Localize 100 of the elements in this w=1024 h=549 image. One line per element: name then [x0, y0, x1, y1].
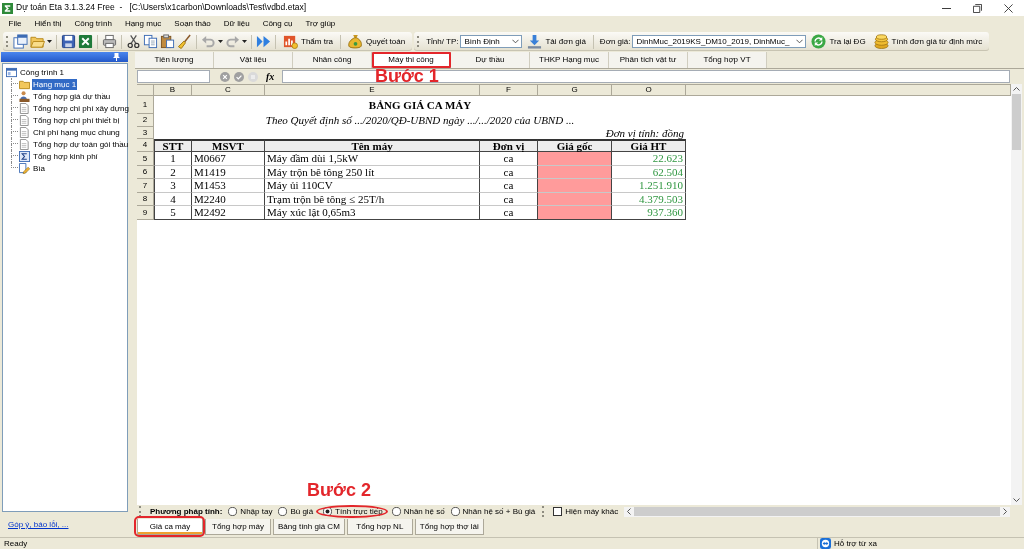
- radio-option[interactable]: Bù giá: [278, 506, 314, 517]
- windows-icon[interactable]: [13, 34, 28, 49]
- clipboard-icon[interactable]: [160, 34, 175, 49]
- menu-item[interactable]: Hiển thị: [27, 17, 68, 30]
- sheet-tab[interactable]: Tổng hợp thợ lái: [414, 519, 484, 535]
- checkbox[interactable]: [553, 507, 563, 516]
- sheet-tab[interactable]: Tổng hợp NL: [346, 519, 413, 535]
- remote-support-label[interactable]: Hỗ trợ từ xa: [834, 538, 878, 549]
- tree-item[interactable]: Tổng hợp chi phí xây dựng: [32, 102, 130, 114]
- unit-note: Đơn vị tính: đồng: [605, 126, 684, 140]
- save-icon[interactable]: [61, 34, 76, 49]
- menu-item[interactable]: File: [2, 17, 28, 30]
- scrollbar-thumb[interactable]: [634, 507, 1000, 516]
- function-label[interactable]: fx: [266, 70, 275, 83]
- document-icon: [19, 138, 30, 150]
- table-cell: 62.504: [612, 165, 686, 179]
- tree-item[interactable]: Tổng hợp kinh phí: [32, 150, 99, 162]
- formula-input[interactable]: [282, 70, 1010, 83]
- table-header-cell: STT: [154, 139, 192, 152]
- sheet-tab[interactable]: Bảng tính giá CM: [273, 519, 345, 535]
- radio-option[interactable]: Tính trực tiếp: [323, 506, 383, 517]
- tab[interactable]: Vật liệu: [214, 52, 293, 68]
- scrollbar-thumb[interactable]: [1012, 94, 1021, 150]
- row-number[interactable]: 4: [137, 139, 154, 152]
- caret-icon[interactable]: [218, 40, 223, 43]
- tab[interactable]: Tiên lượng: [135, 52, 214, 68]
- menu-item[interactable]: Công cụ: [256, 17, 299, 30]
- caret-icon[interactable]: [47, 40, 52, 43]
- tree-item[interactable]: Hạng mục 1: [32, 78, 78, 90]
- tab[interactable]: THKP Hạng mục: [530, 52, 609, 68]
- download-icon: [527, 34, 543, 49]
- column-header[interactable]: C: [192, 85, 265, 96]
- radio-option[interactable]: Nhân hệ số: [391, 506, 445, 517]
- coins-icon: [873, 34, 889, 49]
- chevron-up-icon[interactable]: [1013, 87, 1020, 91]
- province-dropdown[interactable]: Bình Định: [460, 35, 523, 48]
- radio-option[interactable]: Nhân hệ số + Bù giá: [450, 506, 536, 517]
- table-cell: Máy đầm dùi 1,5kW: [265, 152, 480, 166]
- table-cell: 1.251.910: [612, 179, 686, 193]
- row-number[interactable]: 9: [137, 206, 154, 220]
- tree-item[interactable]: Tổng hợp chi phí thiết bị: [32, 114, 121, 126]
- tree-item[interactable]: Chi phí hạng mục chung: [32, 126, 121, 138]
- column-header[interactable]: B: [154, 85, 192, 96]
- horizontal-scrollbar[interactable]: [624, 506, 1010, 517]
- table-cell: Trạm trộn bê tông ≤ 25T/h: [265, 192, 480, 206]
- copy-icon[interactable]: [143, 34, 158, 49]
- table-header-cell: Giá gốc: [538, 139, 612, 152]
- price-set-dropdown[interactable]: DinhMuc_2019KS_DM10_2019, DinhMuc_: [632, 35, 807, 48]
- toolbar-button[interactable]: Thẩm tra: [280, 33, 336, 50]
- vertical-scrollbar[interactable]: [1011, 84, 1022, 505]
- broom-icon[interactable]: [177, 34, 192, 49]
- menu-item[interactable]: Trợ giúp: [298, 17, 342, 30]
- toolbar-button[interactable]: Tải đơn giá: [524, 33, 589, 50]
- tree-item[interactable]: Tổng hợp giá dự thầu: [32, 90, 112, 102]
- menu-item[interactable]: Soạn thảo: [167, 17, 218, 30]
- chevron-down-icon: [796, 39, 804, 44]
- checkbox-option[interactable]: Hiện máy khác: [553, 506, 619, 517]
- chevron-left-icon[interactable]: [627, 508, 632, 515]
- menu-item[interactable]: Công trình: [68, 17, 119, 30]
- table-cell: 2: [154, 165, 192, 179]
- sheet-tab[interactable]: Giá ca máy: [137, 519, 203, 535]
- bar-chart-icon: [283, 34, 298, 49]
- column-header[interactable]: F: [480, 85, 538, 96]
- column-header[interactable]: O: [612, 85, 686, 96]
- chevron-down-icon[interactable]: [1013, 498, 1020, 502]
- menu-item[interactable]: Hạng mục: [118, 17, 168, 30]
- column-header[interactable]: E: [265, 85, 480, 96]
- menu-item[interactable]: Dữ liệu: [217, 17, 257, 30]
- caret-icon[interactable]: [242, 40, 247, 43]
- chevron-right-icon[interactable]: [1003, 508, 1007, 515]
- tree-item[interactable]: Bìa: [32, 162, 46, 174]
- tab[interactable]: Phân tích vật tư: [609, 52, 688, 68]
- column-header[interactable]: G: [538, 85, 612, 96]
- row-number[interactable]: 1: [137, 96, 154, 114]
- arrows-tile-icon[interactable]: [820, 538, 831, 549]
- refresh-icon: [811, 34, 827, 49]
- pin-icon[interactable]: [113, 53, 120, 61]
- cancel-icon[interactable]: [220, 71, 230, 82]
- double-arrow-icon[interactable]: [256, 34, 271, 49]
- spreadsheet-icon[interactable]: [78, 34, 93, 49]
- row-number[interactable]: 3: [137, 127, 154, 139]
- radio-option[interactable]: Nhập tay: [228, 506, 273, 517]
- tab[interactable]: Nhân công: [293, 52, 372, 68]
- sheet-tab[interactable]: Tổng hợp máy: [205, 519, 271, 535]
- toolbar-button[interactable]: Quyết toán: [345, 33, 409, 50]
- printer-icon[interactable]: [102, 34, 117, 49]
- feedback-link[interactable]: Góp ý, báo lỗi, ...: [8, 519, 69, 530]
- tab[interactable]: Dự thầu: [451, 52, 530, 68]
- tree-item[interactable]: Tổng hợp dự toán gói thầu: [32, 138, 130, 150]
- toolbar-button[interactable]: Tra lại ĐG: [808, 33, 869, 50]
- row-number[interactable]: 2: [137, 114, 154, 127]
- tree-item[interactable]: Công trình 1: [19, 66, 66, 78]
- row-number[interactable]: 5: [137, 152, 154, 166]
- toolbar-button[interactable]: Tính đơn giá từ định mức: [870, 33, 986, 50]
- tab[interactable]: Tổng hợp VT: [688, 52, 767, 68]
- scissors-icon[interactable]: [126, 34, 141, 49]
- folder-icon: [19, 78, 30, 90]
- document-icon: [19, 126, 30, 138]
- check-icon[interactable]: [234, 71, 244, 82]
- row-number[interactable]: 7: [137, 179, 154, 193]
